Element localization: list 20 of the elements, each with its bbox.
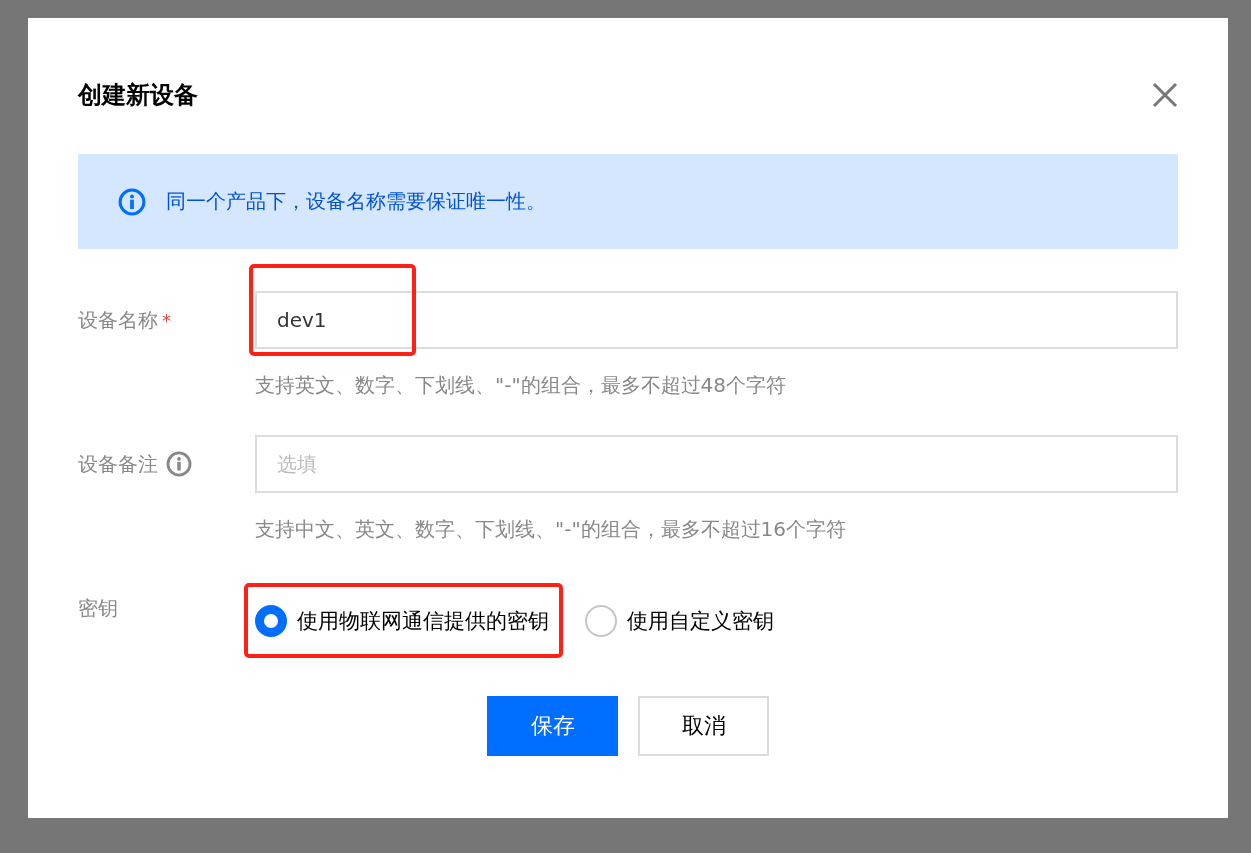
info-icon: [118, 187, 146, 216]
close-icon: [1152, 82, 1178, 108]
save-button[interactable]: 保存: [487, 696, 618, 756]
input-field[interactable]: 选填: [255, 435, 1178, 493]
dialog-title: 创建新设备: [78, 80, 198, 111]
close-button[interactable]: [1150, 80, 1180, 110]
field-label: 密钥: [78, 595, 118, 622]
alert-text: 同一个产品下，设备名称需要保证唯一性。: [166, 188, 546, 215]
required-mark: *: [162, 309, 171, 331]
field-label: 设备名称: [78, 306, 158, 334]
radio-button[interactable]: [255, 605, 287, 637]
field-label: 设备备注: [78, 450, 158, 478]
input-field[interactable]: dev1: [255, 291, 1178, 349]
radio-button[interactable]: [585, 605, 617, 637]
cancel-button[interactable]: 取消: [638, 696, 769, 756]
help-text: 支持英文、数字、下划线、"-"的组合，最多不超过48个字符: [255, 372, 788, 399]
help-text: 支持中文、英文、数字、下划线、"-"的组合，最多不超过16个字符: [255, 516, 848, 543]
radio-option[interactable]: 使用自定义密钥: [585, 605, 774, 637]
info-icon: [166, 451, 192, 477]
radio-option[interactable]: 使用物联网通信提供的密钥: [255, 605, 549, 637]
